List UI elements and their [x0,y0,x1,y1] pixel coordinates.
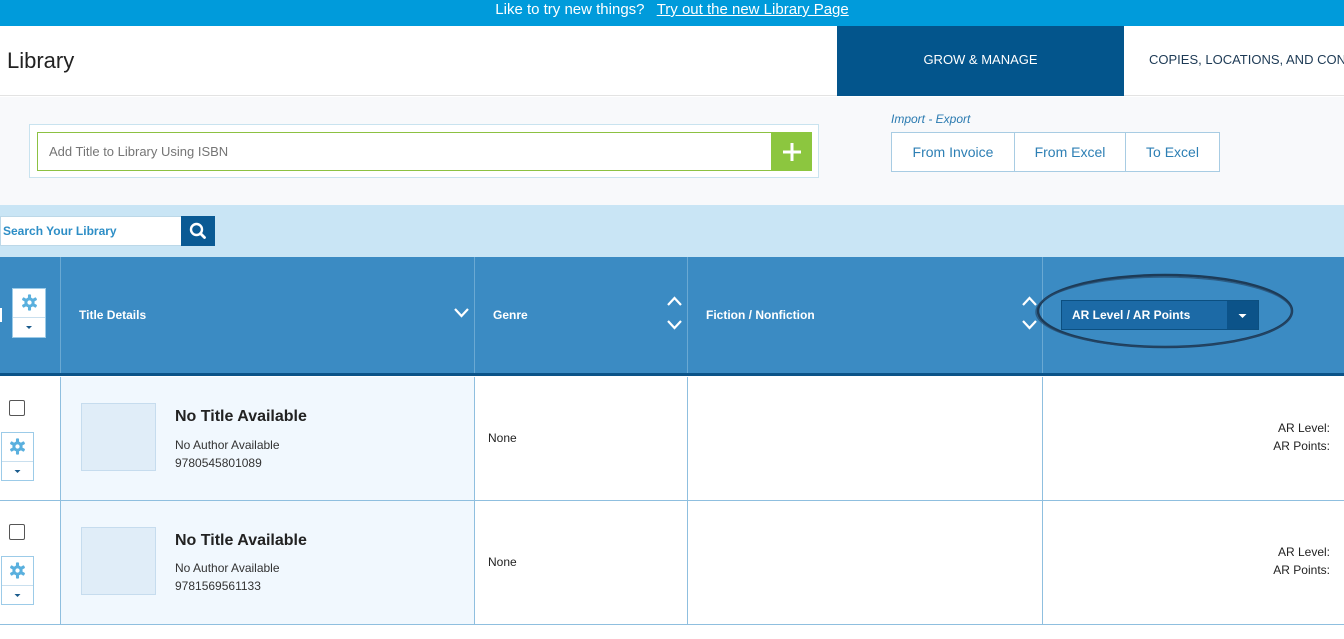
book-cover-placeholder [81,527,156,595]
settings-dropdown[interactable] [13,317,45,337]
gear-icon [22,294,37,311]
caret-down-icon [14,470,21,473]
page-title: Library [7,48,75,73]
row-checkbox[interactable] [9,524,25,540]
column-genre[interactable]: Genre [474,257,688,373]
table-row[interactable]: No Title Available No Author Available 9… [0,377,1344,501]
gear-icon [10,562,25,579]
book-author: No Author Available [175,561,280,575]
sort-icon[interactable] [1021,295,1038,333]
caret-down-icon [26,326,32,329]
select-all-checkbox[interactable] [0,308,2,322]
row-settings-dropdown[interactable] [2,585,33,604]
tab-copies-locations[interactable]: COPIES, LOCATIONS, AND COND [1124,26,1344,96]
column-genre-label: Genre [493,308,528,322]
book-cover-placeholder [81,403,156,471]
search-bar: Search Your Library [0,205,1344,257]
to-excel-button[interactable]: To Excel [1126,133,1219,171]
isbn-add-panel [29,124,819,178]
row-settings-menu[interactable] [1,432,34,481]
column-title-details-label: Title Details [79,308,147,322]
genre-cell: None [474,377,688,500]
ar-level-label: AR Level: [1277,545,1330,559]
ar-points-label: AR Points: [1273,563,1330,577]
table-row[interactable]: No Title Available No Author Available 9… [0,501,1344,625]
ar-dropdown-toggle[interactable] [1227,301,1258,329]
search-input[interactable]: Search Your Library [0,216,182,246]
ar-dropdown-label: AR Level / AR Points [1072,308,1191,322]
tab-grow-manage[interactable]: GROW & MANAGE [837,26,1124,96]
book-author: No Author Available [175,438,280,452]
genre-value: None [488,555,517,569]
genre-value: None [488,431,517,445]
ar-cell: AR Level: AR Points: [1042,501,1344,624]
ar-level-label: AR Level: [1277,421,1330,435]
from-excel-button[interactable]: From Excel [1015,133,1126,171]
caret-down-icon [1238,314,1247,318]
column-fiction-label: Fiction / Nonfiction [706,308,815,322]
table-header: Title Details Genre Fiction / Nonfiction… [0,257,1344,376]
title-details-cell: No Title Available No Author Available 9… [60,501,475,624]
banner-prompt: Like to try new things? [495,1,645,18]
header-select-column [0,257,61,373]
book-isbn: 9781569561133 [175,579,261,593]
ar-cell: AR Level: AR Points: [1042,377,1344,500]
ar-points-label: AR Points: [1273,439,1330,453]
book-title[interactable]: No Title Available [175,532,307,550]
ar-level-points-dropdown[interactable]: AR Level / AR Points [1061,300,1259,330]
isbn-input[interactable] [37,132,773,171]
column-fiction-nonfiction[interactable]: Fiction / Nonfiction [687,257,1043,373]
row-checkbox[interactable] [9,400,25,416]
top-banner: Like to try new things? Try out the new … [0,0,1344,26]
search-icon [189,222,206,239]
row-settings-dropdown[interactable] [2,461,33,480]
book-title[interactable]: No Title Available [175,408,307,426]
title-details-cell: No Title Available No Author Available 9… [60,377,475,500]
fiction-cell [687,501,1043,624]
add-title-button[interactable] [771,132,812,171]
new-library-page-link[interactable]: Try out the new Library Page [657,1,849,18]
tools-panel: Import - Export From Invoice From Excel … [0,97,1344,205]
plus-icon [782,143,801,161]
header-settings-menu[interactable] [12,288,46,338]
caret-down-icon [14,594,21,597]
search-button[interactable] [181,216,215,246]
from-invoice-button[interactable]: From Invoice [892,133,1015,171]
column-title-details[interactable]: Title Details [60,257,475,373]
row-settings-menu[interactable] [1,556,34,605]
import-export-buttons: From Invoice From Excel To Excel [891,132,1220,172]
gear-icon [10,438,25,455]
import-export-label: Import - Export [891,112,971,126]
book-isbn: 9780545801089 [175,456,262,470]
page-header: Library GROW & MANAGE COPIES, LOCATIONS,… [0,26,1344,96]
sort-icon[interactable] [666,295,683,333]
genre-cell: None [474,501,688,624]
fiction-cell [687,377,1043,500]
chevron-down-icon[interactable] [453,307,470,319]
